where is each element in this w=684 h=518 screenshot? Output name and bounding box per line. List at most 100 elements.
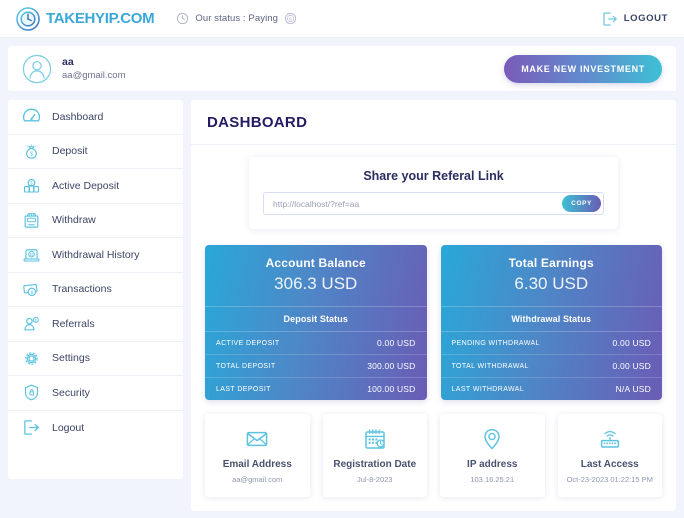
body-row: Dashboard $ Deposit $ Active Deposit Wit… xyxy=(8,100,676,511)
info-cards-row: Email Address aa@gmail.com Registration … xyxy=(205,414,662,497)
copy-button[interactable]: COPY xyxy=(562,195,601,212)
email-address-card: Email Address aa@gmail.com xyxy=(205,414,310,497)
card-head: Total Earnings 6.30 USD xyxy=(441,245,663,306)
svg-text:B: B xyxy=(30,252,33,258)
map-pin-icon xyxy=(480,427,504,451)
status-text: Our status : Paying xyxy=(195,13,279,24)
sidebar-item-logout[interactable]: Logout xyxy=(8,411,183,446)
row-label: PENDING WITHDRAWAL xyxy=(451,339,540,347)
money-bag-icon: $ xyxy=(22,142,41,161)
atm-machine-icon xyxy=(22,211,41,230)
card-title: Total Earnings xyxy=(508,256,594,270)
row-label: TOTAL DEPOSIT xyxy=(216,362,276,370)
referral-link-input[interactable] xyxy=(263,192,604,215)
clock-globe-logo-icon xyxy=(16,6,40,31)
logout-arrow-icon xyxy=(602,11,618,27)
envelope-icon xyxy=(245,427,269,451)
card-row: LAST DEPOSIT 100.00 USD xyxy=(205,378,427,400)
sidebar-item-label: Settings xyxy=(52,352,90,365)
row-label: TOTAL WITHDRAWAL xyxy=(451,362,529,370)
info-card-value: Oct-23-2023 01:22:15 PM xyxy=(566,475,653,484)
row-value: 0.00 USD xyxy=(377,338,416,348)
sidebar-item-deposit[interactable]: $ Deposit xyxy=(8,135,183,169)
make-new-investment-button[interactable]: MAKE NEW INVESTMENT xyxy=(504,54,662,83)
sidebar-item-label: Active Deposit xyxy=(52,179,120,192)
clock-icon xyxy=(176,12,189,25)
sidebar-item-active-deposit[interactable]: $ Active Deposit xyxy=(8,169,183,204)
row-label: LAST WITHDRAWAL xyxy=(451,385,525,393)
info-card-value: Jul-8-2023 xyxy=(357,475,393,484)
speedometer-icon xyxy=(22,107,41,126)
logout-arrow-icon xyxy=(22,418,41,437)
bitcoin-coin-icon: B xyxy=(284,12,297,25)
main-content: DASHBOARD Share your Referal Link COPY xyxy=(191,100,676,511)
info-card-label: Registration Date xyxy=(333,459,417,470)
sidebar-item-referrals[interactable]: $ Referrals xyxy=(8,307,183,342)
top-bar: TAKEHYIP.COM Our status : Paying B LOGOU… xyxy=(0,0,684,38)
user-meta: aa aa@gmail.com xyxy=(62,56,126,82)
last-access-card: Last Access Oct-23-2023 01:22:15 PM xyxy=(557,414,662,497)
page-title: DASHBOARD xyxy=(191,100,676,145)
svg-text:$: $ xyxy=(30,151,33,157)
row-value: 0.00 USD xyxy=(612,361,651,371)
row-value: 0.00 USD xyxy=(612,338,651,348)
card-value: 306.3 USD xyxy=(274,274,358,293)
row-label: LAST DEPOSIT xyxy=(216,385,271,393)
card-title: Account Balance xyxy=(265,256,366,270)
sidebar-item-transactions[interactable]: $ Transactions xyxy=(8,273,183,307)
content-shell: aa aa@gmail.com MAKE NEW INVESTMENT Dash… xyxy=(0,38,684,518)
sidebar: Dashboard $ Deposit $ Active Deposit Wit… xyxy=(8,100,183,479)
sidebar-item-label: Security xyxy=(52,386,90,399)
stat-cards-row: Account Balance 306.3 USD Deposit Status… xyxy=(205,245,662,400)
info-card-label: IP address xyxy=(467,459,518,470)
account-balance-card: Account Balance 306.3 USD Deposit Status… xyxy=(205,245,427,400)
row-value: N/A USD xyxy=(615,384,651,394)
svg-text:$: $ xyxy=(30,181,33,186)
card-row: ACTIVE DEPOSIT 0.00 USD xyxy=(205,332,427,355)
sidebar-item-security[interactable]: Security xyxy=(8,376,183,411)
info-card-label: Email Address xyxy=(222,459,292,470)
svg-text:B: B xyxy=(289,16,292,21)
sidebar-item-settings[interactable]: Settings xyxy=(8,342,183,376)
referral-input-wrap: COPY xyxy=(263,192,604,215)
svg-text:$: $ xyxy=(31,290,34,296)
row-value: 100.00 USD xyxy=(367,384,416,394)
bitcoin-laptop-icon: B xyxy=(22,245,41,264)
logout-button-top[interactable]: LOGOUT xyxy=(602,11,668,27)
sidebar-item-withdrawal-history[interactable]: B Withdrawal History xyxy=(8,238,183,273)
card-row: LAST WITHDRAWAL N/A USD xyxy=(441,378,663,400)
brand-logo[interactable]: TAKEHYIP.COM xyxy=(16,6,155,31)
user-email: aa@gmail.com xyxy=(62,69,126,81)
row-label: ACTIVE DEPOSIT xyxy=(216,339,280,347)
brand-name: TAKEHYIP.COM xyxy=(46,10,155,27)
user-name: aa xyxy=(62,55,74,68)
avatar xyxy=(22,54,52,84)
sidebar-item-label: Dashboard xyxy=(52,110,104,123)
total-earnings-card: Total Earnings 6.30 USD Withdrawal Statu… xyxy=(440,245,663,400)
sidebar-item-label: Withdrawal History xyxy=(52,248,140,261)
ip-address-card: IP address 103.16.25.21 xyxy=(440,414,545,497)
card-row: TOTAL DEPOSIT 300.00 USD xyxy=(205,355,427,378)
row-value: 300.00 USD xyxy=(367,361,416,371)
card-head: Account Balance 306.3 USD xyxy=(205,245,427,306)
sidebar-item-withdraw[interactable]: Withdraw xyxy=(8,204,183,238)
referral-user-icon: $ xyxy=(22,314,41,333)
registration-date-card: Registration Date Jul-8-2023 xyxy=(322,414,427,497)
info-card-value: 103.16.25.21 xyxy=(470,475,515,484)
sidebar-item-label: Logout xyxy=(52,421,85,434)
gear-icon xyxy=(22,349,41,368)
sidebar-item-dashboard[interactable]: Dashboard xyxy=(8,100,183,135)
card-row: TOTAL WITHDRAWAL 0.00 USD xyxy=(440,355,662,378)
coin-stack-icon: $ xyxy=(22,176,41,195)
footer: © 2019 ZeroHyip.com. All rights reserved… xyxy=(8,511,676,518)
status-indicator: Our status : Paying B xyxy=(176,12,297,25)
user-bar: aa aa@gmail.com MAKE NEW INVESTMENT xyxy=(8,46,676,92)
sidebar-item-label: Withdraw xyxy=(52,214,96,227)
referral-link-card: Share your Referal Link COPY xyxy=(249,157,618,229)
main-inner: Share your Referal Link COPY Account Bal… xyxy=(191,145,676,497)
info-card-label: Last Access xyxy=(580,459,639,470)
info-card-value: aa@gmail.com xyxy=(232,475,283,484)
sidebar-item-label: Deposit xyxy=(52,145,88,158)
card-subtitle: Deposit Status xyxy=(205,306,427,332)
calendar-clock-icon xyxy=(363,427,387,451)
